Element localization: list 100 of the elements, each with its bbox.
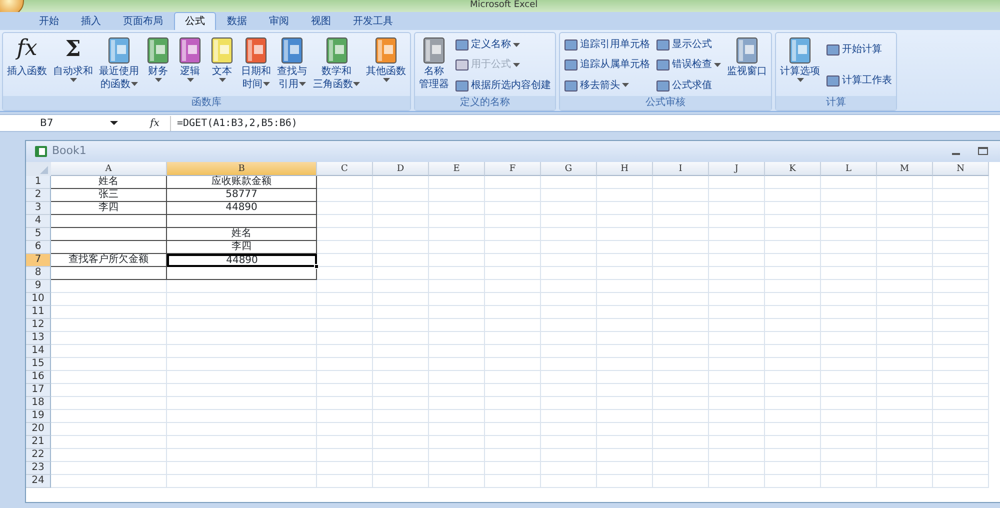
ribbon-tab[interactable]: 页面布局 — [112, 12, 174, 30]
row-header[interactable]: 18 — [26, 397, 51, 410]
row-header[interactable]: 24 — [26, 475, 51, 488]
row-header[interactable]: 3 — [26, 202, 51, 215]
column-header[interactable]: N — [933, 162, 989, 176]
ribbon-button[interactable]: 移去箭头 — [564, 78, 650, 93]
workbook-title: Book1 — [52, 143, 86, 160]
row-header[interactable]: 16 — [26, 371, 51, 384]
row-header[interactable]: 12 — [26, 319, 51, 332]
row-header[interactable]: 4 — [26, 215, 51, 228]
ribbon-button[interactable]: 公式求值 — [656, 78, 721, 93]
ribbon-button[interactable]: 监视窗口 — [725, 35, 769, 96]
select-all-button[interactable] — [26, 162, 51, 176]
ribbon-button[interactable]: 错误检查 — [656, 58, 721, 72]
column-header[interactable]: K — [765, 162, 821, 176]
table-cell[interactable]: 查找客户所欠金额 — [51, 254, 167, 267]
ribbon-button[interactable]: 日期和 时间 — [239, 35, 273, 96]
table-cell[interactable]: 44890 — [167, 202, 317, 215]
ribbon-button[interactable]: 追踪引用单元格 — [564, 38, 650, 52]
tool-icon — [564, 80, 578, 92]
row-header[interactable]: 10 — [26, 293, 51, 306]
table-cell[interactable]: 应收账款金额 — [167, 176, 317, 189]
row-header[interactable]: 2 — [26, 189, 51, 202]
book-icon — [373, 35, 399, 65]
row-header[interactable]: 13 — [26, 332, 51, 345]
ribbon-button[interactable]: 文本 — [207, 35, 237, 96]
row-header[interactable]: 9 — [26, 280, 51, 293]
dropdown-arrow-icon[interactable] — [110, 120, 118, 126]
ribbon-tab[interactable]: 视图 — [300, 12, 342, 30]
ribbon-button[interactable]: 根据所选内容创建 — [455, 78, 551, 93]
column-header[interactable]: D — [373, 162, 429, 176]
formula-field[interactable]: =DGET(A1:B3,2,B5:B6) — [170, 116, 298, 130]
ribbon-tab[interactable]: 插入 — [70, 12, 112, 30]
row-header[interactable]: 19 — [26, 410, 51, 423]
ribbon-tab[interactable]: 数据 — [216, 12, 258, 30]
column-header[interactable]: B — [167, 162, 317, 176]
tool-icon — [455, 39, 469, 52]
ribbon-button[interactable]: fx 插入函数 — [5, 35, 49, 96]
row-header[interactable]: 20 — [26, 423, 51, 436]
maximize-icon[interactable] — [978, 147, 989, 156]
row-header[interactable]: 8 — [26, 267, 51, 280]
ribbon-tab[interactable]: 公式 — [174, 12, 216, 30]
ribbon-tab[interactable]: 审阅 — [258, 12, 300, 30]
column-header[interactable]: E — [429, 162, 485, 176]
insert-function-icon[interactable]: fx — [150, 116, 170, 130]
ribbon-button[interactable]: 追踪从属单元格 — [564, 58, 650, 72]
group-label: 公式审核 — [560, 96, 771, 110]
ribbon-tab[interactable]: 开始 — [28, 12, 70, 30]
book-icon — [243, 35, 269, 65]
row-header[interactable]: 23 — [26, 462, 51, 475]
name-box[interactable]: B7 — [0, 116, 110, 130]
ribbon-button[interactable]: 显示公式 — [656, 38, 721, 52]
table-cell[interactable]: 58777 — [167, 189, 317, 202]
ribbon-button[interactable]: 开始计算 — [826, 43, 892, 58]
tool-icon — [826, 74, 840, 87]
tool-icon — [564, 59, 578, 72]
ribbon-button[interactable]: 数学和 三角函数 — [311, 35, 362, 96]
ribbon-button[interactable]: 其他函数 — [364, 35, 408, 96]
row-header[interactable]: 1 — [26, 176, 51, 189]
row-header[interactable]: 14 — [26, 345, 51, 358]
column-header[interactable]: F — [485, 162, 541, 176]
column-header[interactable]: C — [317, 162, 373, 176]
column-header[interactable]: J — [709, 162, 765, 176]
row-header[interactable]: 5 — [26, 228, 51, 241]
table-cell[interactable]: 姓名 — [51, 176, 167, 189]
fill-handle[interactable] — [314, 264, 319, 269]
ribbon-tab[interactable]: 开发工具 — [342, 12, 404, 30]
book-icon — [279, 35, 305, 65]
book-icon — [145, 35, 171, 65]
ribbon-button[interactable]: 逻辑 — [175, 35, 205, 96]
row-header[interactable]: 22 — [26, 449, 51, 462]
column-header[interactable]: G — [541, 162, 597, 176]
ribbon-button[interactable]: 名称 管理器 — [417, 35, 451, 96]
column-header[interactable]: L — [821, 162, 877, 176]
ribbon-button[interactable]: 查找与 引用 — [275, 35, 309, 96]
tool-icon — [455, 80, 469, 92]
ribbon-button[interactable]: 计算选项 — [778, 35, 822, 96]
tool-icon — [656, 39, 670, 52]
ribbon-button[interactable]: 计算工作表 — [826, 74, 892, 88]
book-icon — [734, 35, 760, 65]
row-header[interactable]: 6 — [26, 241, 51, 254]
ribbon-button[interactable]: Σ 自动求和 — [51, 35, 95, 96]
row-header[interactable]: 15 — [26, 358, 51, 371]
ribbon-button[interactable]: 定义名称 — [455, 38, 551, 52]
ribbon-button[interactable]: 最近使用 的函数 — [97, 35, 141, 96]
row-header[interactable]: 11 — [26, 306, 51, 319]
column-header[interactable]: H — [597, 162, 653, 176]
row-header[interactable]: 21 — [26, 436, 51, 449]
book-icon — [787, 35, 813, 65]
table-cell[interactable]: 44890 — [167, 254, 317, 267]
column-header[interactable]: M — [877, 162, 933, 176]
ribbon-button[interactable]: 财务 — [143, 35, 173, 96]
table-cell[interactable]: 姓名 — [167, 228, 317, 241]
table-cell[interactable]: 张三 — [51, 189, 167, 202]
table-cell[interactable]: 李四 — [51, 202, 167, 215]
row-header[interactable]: 17 — [26, 384, 51, 397]
window-title: Microsoft Excel — [470, 0, 538, 11]
column-header[interactable]: A — [51, 162, 167, 176]
row-header[interactable]: 7 — [26, 254, 51, 267]
column-header[interactable]: I — [653, 162, 709, 176]
